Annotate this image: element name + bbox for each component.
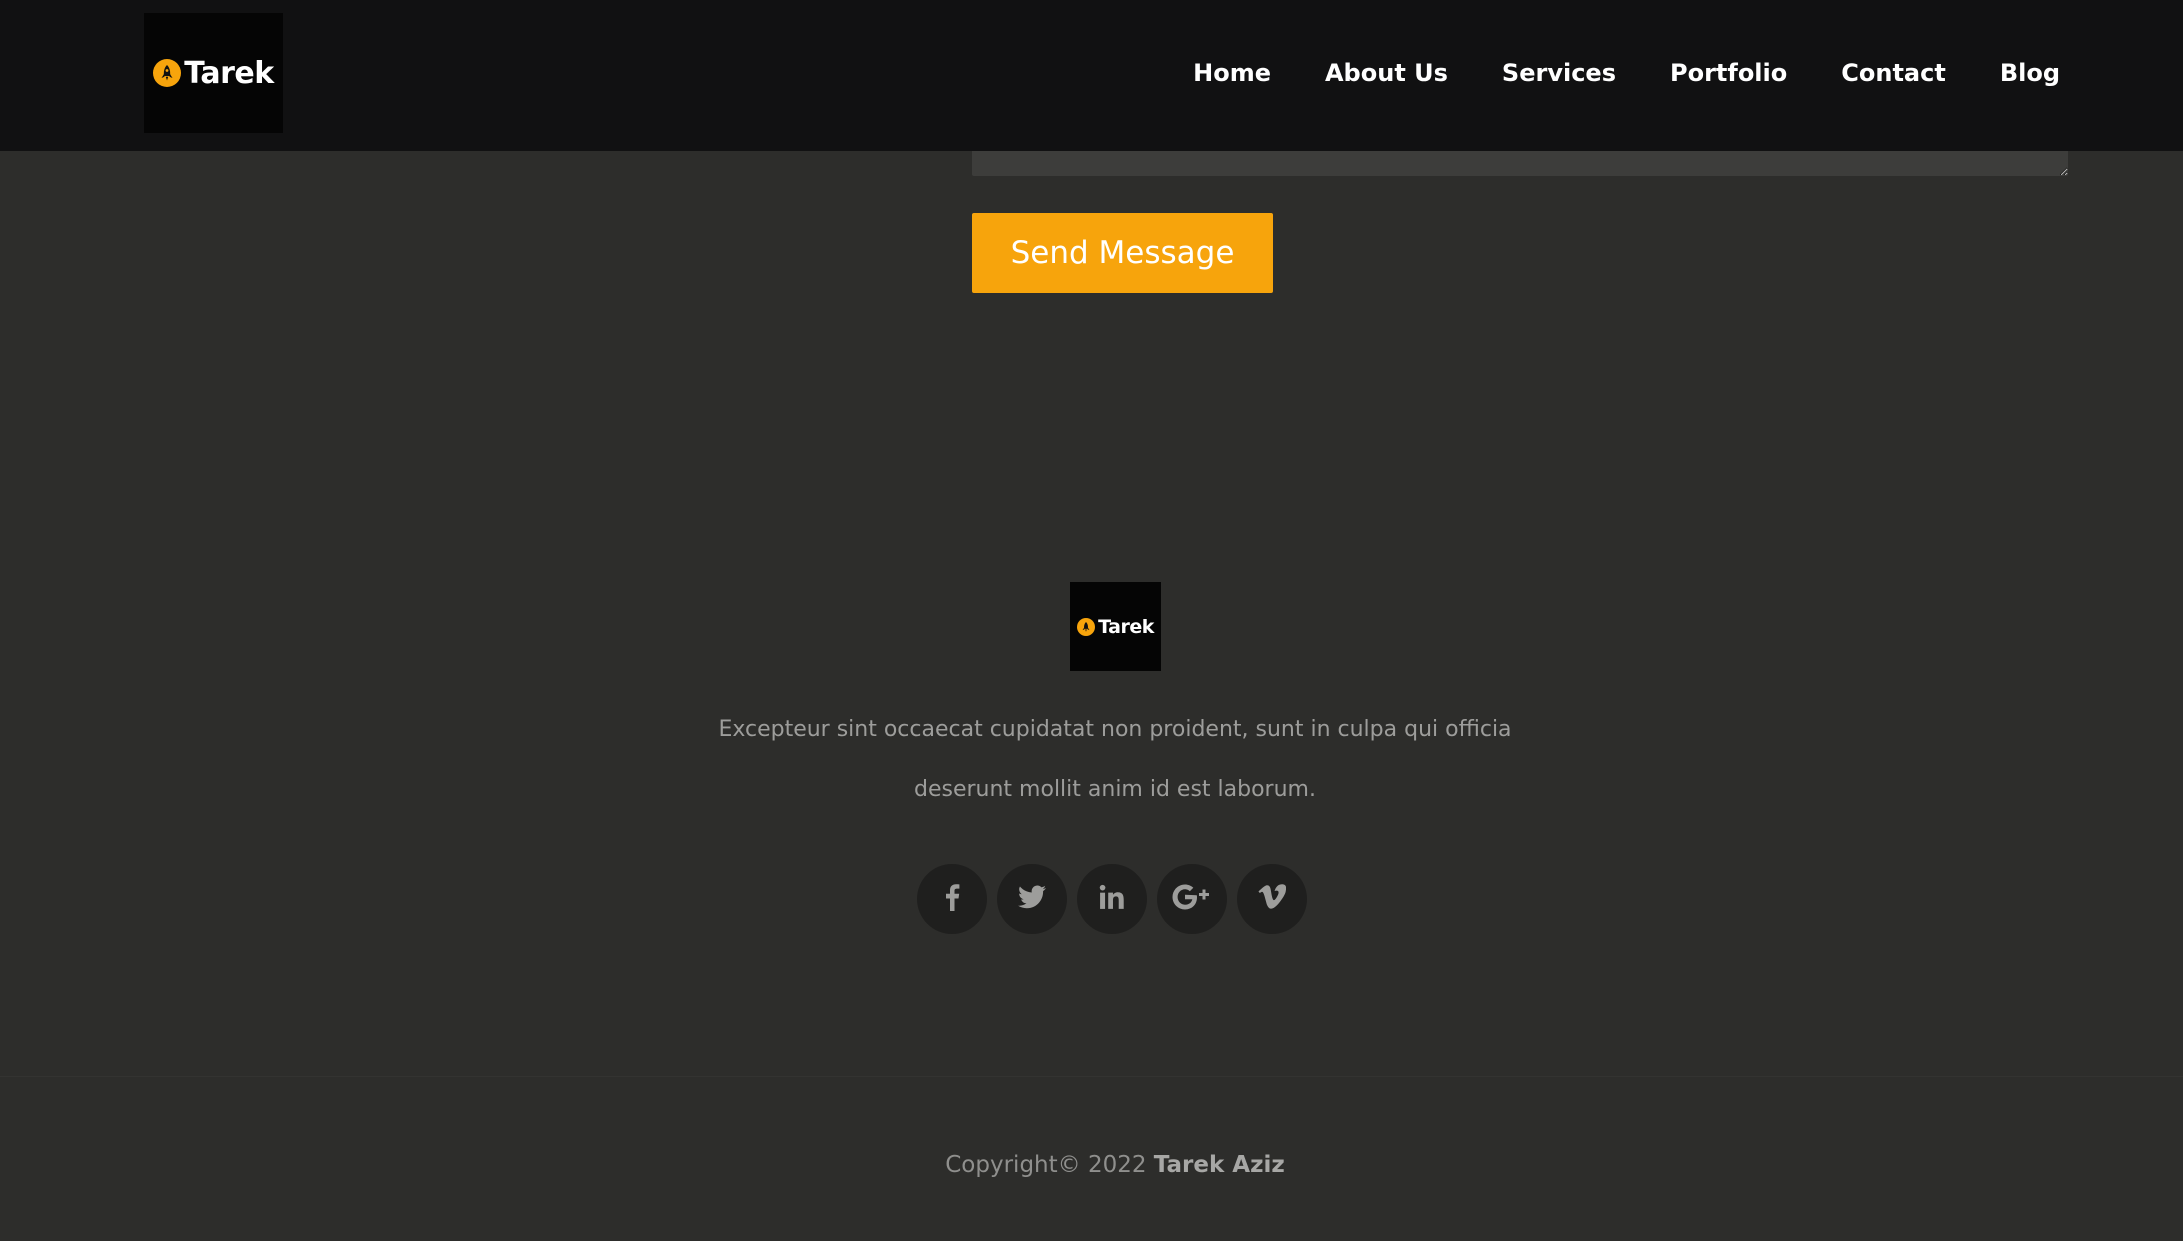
send-message-button[interactable]: Send Message: [972, 213, 1273, 293]
footer-description: Excepteur sint occaecat cupidatat non pr…: [0, 700, 2183, 820]
social-vimeo-button[interactable]: [1237, 864, 1307, 934]
nav-item-home[interactable]: Home: [1193, 59, 1271, 87]
rocket-logo-icon: [153, 59, 182, 87]
social-google-plus-button[interactable]: [1157, 864, 1227, 934]
footer-logo-text: Tarek: [1098, 615, 1154, 638]
nav-item-services[interactable]: Services: [1502, 59, 1616, 87]
nav-item-about-us[interactable]: About Us: [1325, 59, 1448, 87]
copyright: Copyright© 2022 Tarek Aziz: [0, 1152, 2183, 1178]
main-nav: Home About Us Services Portfolio Contact…: [1139, 0, 2060, 146]
twitter-icon: [1018, 885, 1046, 913]
vimeo-icon: [1258, 884, 1287, 914]
nav-item-portfolio[interactable]: Portfolio: [1670, 59, 1787, 87]
linkedin-icon: [1099, 884, 1125, 914]
logo-text: Tarek: [184, 55, 274, 91]
social-linkedin-button[interactable]: [1077, 864, 1147, 934]
footer-description-line-1: Excepteur sint occaecat cupidatat non pr…: [718, 717, 1512, 742]
header-logo[interactable]: Tarek: [144, 13, 283, 133]
footer-divider: [0, 1076, 2183, 1077]
facebook-icon: [944, 883, 960, 915]
nav-item-contact[interactable]: Contact: [1841, 59, 1946, 87]
google-plus-icon: [1172, 884, 1212, 914]
social-twitter-button[interactable]: [997, 864, 1067, 934]
footer-logo[interactable]: Tarek: [1070, 582, 1161, 671]
social-links: [917, 864, 1307, 934]
nav-item-blog[interactable]: Blog: [2000, 59, 2060, 87]
logo-inner: Tarek: [153, 55, 274, 91]
site-header: Tarek Home About Us Services Portfolio C…: [0, 0, 2183, 151]
footer-description-line-2: deserunt mollit anim id est laborum.: [914, 777, 1316, 802]
copyright-prefix: Copyright© 2022: [945, 1152, 1154, 1178]
copyright-name: Tarek Aziz: [1153, 1152, 1285, 1178]
footer-logo-inner: Tarek: [1077, 616, 1154, 638]
footer-rocket-logo-icon: [1077, 617, 1096, 636]
social-facebook-button[interactable]: [917, 864, 987, 934]
